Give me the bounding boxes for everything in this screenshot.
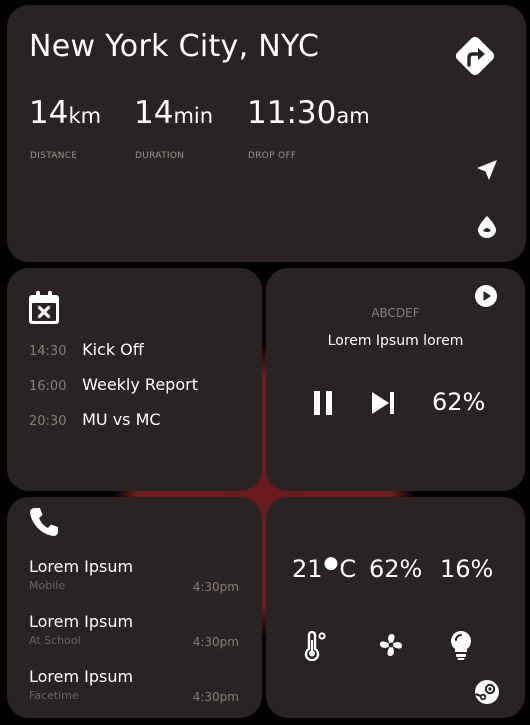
contact-name: Lorem Ipsum (29, 667, 134, 686)
distance-label: DISTANCE (30, 151, 78, 161)
phone-card: Lorem Ipsum Mobile 4:30pm Lorem Ipsum At… (7, 497, 262, 718)
temperature-readout: 21●C (292, 553, 357, 583)
list-item[interactable]: Lorem Ipsum Facetime 4:30pm (29, 667, 239, 704)
call-time: 4:30pm (192, 690, 239, 704)
degree-symbol: ● (323, 553, 339, 573)
destination-title: New York City, NYC (29, 29, 320, 64)
duration-stat: 14min DURATION (134, 95, 214, 161)
dropoff-unit: am (336, 104, 370, 128)
list-item[interactable]: 14:30 Kick Off (29, 340, 144, 359)
distance-unit: km (68, 104, 102, 128)
volume-level: 62% (432, 388, 486, 416)
list-item[interactable]: 16:00 Weekly Report (29, 375, 198, 394)
event-time: 14:30 (29, 344, 67, 359)
duration-unit: min (173, 104, 214, 128)
drop-icon[interactable] (474, 213, 500, 239)
contact-name: Lorem Ipsum (29, 557, 134, 576)
dropoff-value: 11:30 (247, 95, 337, 131)
contact-name: Lorem Ipsum (29, 612, 134, 631)
fan-level: 62% (369, 555, 423, 583)
steam-icon[interactable] (474, 679, 500, 705)
event-time: 16:00 (29, 379, 67, 394)
calendar-card: 14:30 Kick Off 16:00 Weekly Report 20:30… (7, 268, 262, 491)
artist-name: ABCDEF (371, 306, 420, 320)
list-item[interactable]: Lorem Ipsum At School 4:30pm (29, 612, 239, 649)
phone-icon[interactable] (27, 505, 61, 539)
pause-icon[interactable] (313, 390, 333, 416)
list-item[interactable]: Lorem Ipsum Mobile 4:30pm (29, 557, 239, 594)
list-item[interactable]: 20:30 MU vs MC (29, 410, 161, 429)
duration-value: 14 (134, 95, 174, 131)
play-circle-icon[interactable] (474, 284, 498, 308)
navigation-card: New York City, NYC 14km DISTANCE 14min D… (7, 5, 526, 262)
event-title: Weekly Report (82, 375, 198, 394)
skip-next-icon[interactable] (370, 391, 396, 415)
distance-stat: 14km DISTANCE (29, 95, 102, 161)
event-title: MU vs MC (82, 410, 161, 429)
track-title: Lorem Ipsum lorem (327, 333, 464, 349)
climate-card: 21●C 62% 16% (266, 497, 525, 718)
light-level: 16% (440, 555, 494, 583)
media-card: ABCDEF Lorem Ipsum lorem 62% (266, 268, 525, 491)
event-time: 20:30 (29, 414, 67, 429)
bulb-icon[interactable] (447, 629, 475, 661)
temperature-value: 21 (292, 555, 323, 583)
duration-label: DURATION (135, 151, 185, 161)
distance-value: 14 (29, 95, 69, 131)
thermometer-icon[interactable] (302, 631, 328, 661)
fan-icon[interactable] (377, 631, 405, 659)
dropoff-label: DROP OFF (248, 151, 297, 161)
turn-right-sign-icon[interactable] (450, 31, 500, 81)
call-time: 4:30pm (192, 580, 239, 594)
call-time: 4:30pm (192, 635, 239, 649)
location-arrow-icon[interactable] (474, 157, 500, 183)
dropoff-stat: 11:30am DROP OFF (247, 95, 370, 161)
calendar-x-icon[interactable] (27, 290, 61, 326)
event-title: Kick Off (82, 340, 144, 359)
temperature-unit: C (339, 555, 357, 583)
